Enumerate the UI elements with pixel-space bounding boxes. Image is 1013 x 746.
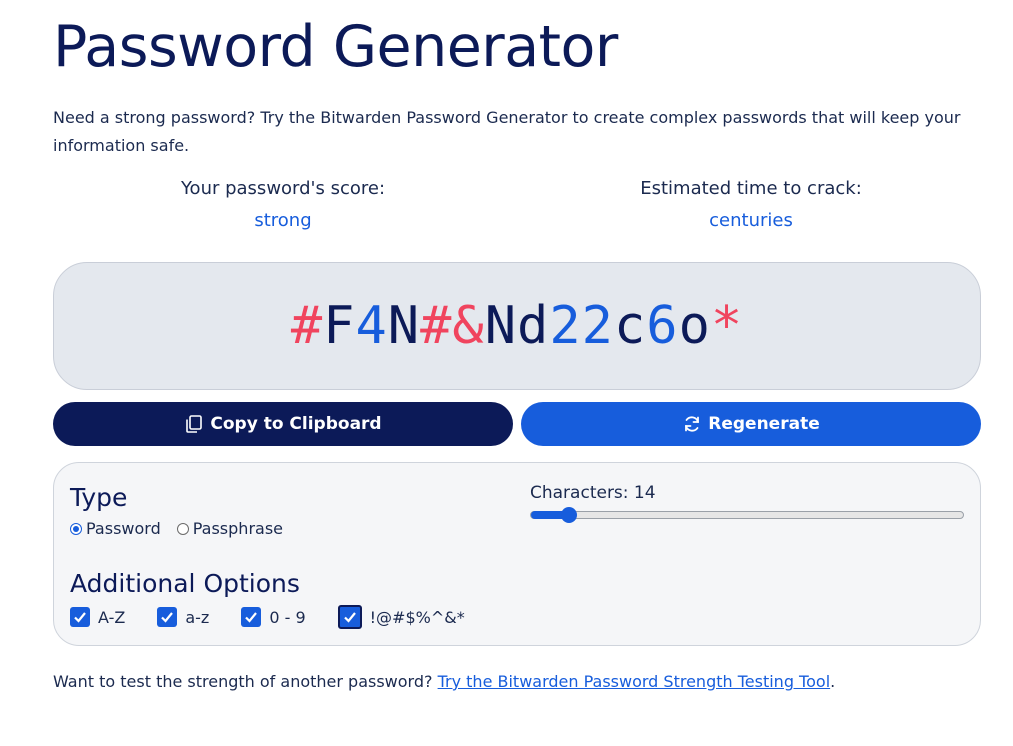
- checkbox-numbers-label: 0 - 9: [269, 607, 306, 627]
- crack-label: Estimated time to crack:: [640, 178, 862, 199]
- copy-button-label: Copy to Clipboard: [210, 414, 382, 434]
- additional-options-heading: Additional Options: [70, 569, 300, 598]
- radio-passphrase[interactable]: Passphrase: [176, 519, 283, 538]
- password-special-char: *: [710, 296, 744, 356]
- password-special-char: #: [420, 296, 453, 356]
- password-letter: c: [613, 296, 647, 356]
- checkbox-checked-icon[interactable]: [337, 605, 362, 629]
- score-label: Your password's score:: [180, 178, 386, 199]
- checkbox-checked-icon[interactable]: [157, 607, 178, 627]
- crack-time: Estimated time to crack: centuries: [601, 176, 901, 234]
- password-letter: N: [484, 296, 517, 356]
- characters-slider[interactable]: [530, 507, 964, 523]
- checkbox-special[interactable]: !@#$%^&*: [337, 605, 465, 629]
- radio-passphrase-label: Passphrase: [192, 519, 283, 538]
- slider-thumb[interactable]: [561, 507, 577, 523]
- strength-testing-tool-link[interactable]: Try the Bitwarden Password Strength Test…: [438, 672, 831, 691]
- score-value: strong: [254, 210, 312, 231]
- password-digit: 4: [355, 296, 388, 356]
- footer-suffix: .: [830, 672, 836, 691]
- generated-password-box[interactable]: #F4N#&Nd22c6o*: [53, 262, 981, 390]
- type-heading: Type: [70, 483, 128, 512]
- characters-label: Characters: 14: [530, 483, 656, 503]
- copy-to-clipboard-button[interactable]: Copy to Clipboard: [53, 402, 513, 446]
- password-letter: F: [323, 296, 356, 356]
- checkbox-lowercase[interactable]: a-z: [157, 607, 209, 627]
- password-letter: N: [387, 296, 421, 356]
- checkbox-numbers[interactable]: 0 - 9: [241, 607, 306, 627]
- regenerate-button[interactable]: Regenerate: [521, 402, 981, 446]
- copy-icon: [184, 414, 204, 434]
- page-title: Password Generator: [53, 14, 618, 80]
- password-digit: 6: [646, 296, 679, 356]
- password-special-char: #: [290, 296, 324, 356]
- radio-button[interactable]: [70, 522, 82, 535]
- options-panel: Type Password Passphrase Characters: 14 …: [53, 462, 981, 646]
- intro-text: Need a strong password? Try the Bitwarde…: [53, 108, 961, 155]
- radio-password[interactable]: Password: [70, 519, 161, 538]
- password-score: Your password's score: strong: [133, 176, 433, 234]
- regenerate-button-label: Regenerate: [708, 414, 820, 434]
- footer-prompt: Want to test the strength of another pas…: [53, 672, 438, 691]
- password-digit: 2: [549, 296, 582, 356]
- generated-password[interactable]: #F4N#&Nd22c6o*: [291, 300, 743, 352]
- checkbox-checked-icon[interactable]: [241, 607, 262, 627]
- password-letter: d: [517, 296, 550, 356]
- password-letter: o: [678, 296, 711, 356]
- character-set-checkboxes: A-Z a-z 0 - 9 !@#$%^&*: [70, 605, 497, 629]
- password-digit: 2: [581, 296, 614, 356]
- crack-value: centuries: [709, 210, 793, 231]
- radio-password-label: Password: [86, 519, 161, 538]
- radio-button[interactable]: [176, 522, 189, 535]
- checkbox-lowercase-label: a-z: [185, 607, 210, 627]
- type-radio-group: Password Passphrase: [70, 519, 283, 538]
- checkbox-checked-icon[interactable]: [70, 607, 90, 627]
- checkbox-uppercase[interactable]: A-Z: [70, 607, 125, 627]
- checkbox-special-label: !@#$%^&*: [369, 607, 465, 627]
- checkbox-uppercase-label: A-Z: [98, 607, 126, 627]
- footer-text: Want to test the strength of another pas…: [53, 672, 835, 691]
- refresh-icon: [682, 414, 702, 434]
- password-special-char: &: [452, 296, 485, 356]
